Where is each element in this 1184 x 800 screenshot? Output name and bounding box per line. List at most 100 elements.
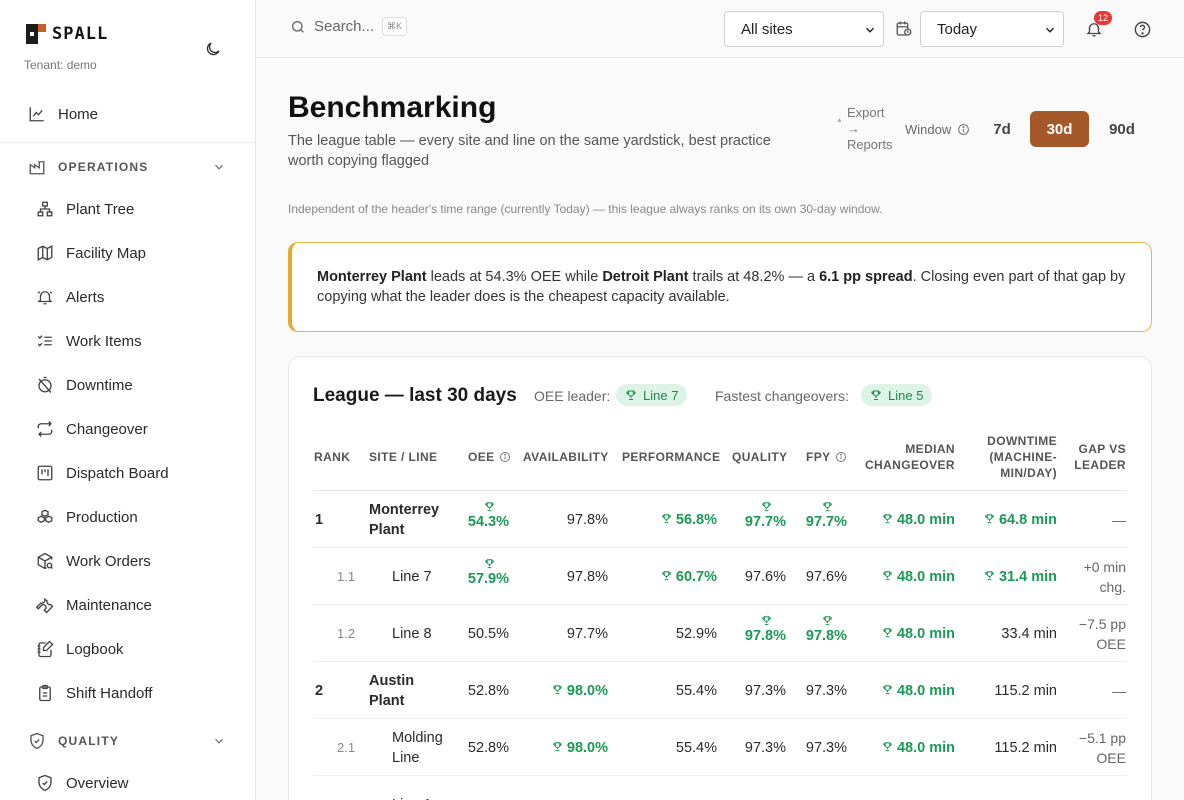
col-quality[interactable]: QUALITY bbox=[732, 449, 787, 465]
oee-cell: — bbox=[409, 795, 510, 800]
changeover-cell: — bbox=[855, 795, 956, 800]
rank-cell: 2.1 bbox=[337, 739, 356, 755]
sidebar-item-label: Changeover bbox=[66, 420, 148, 438]
theme-toggle-button[interactable] bbox=[202, 38, 224, 60]
oee-cell: 52.8% bbox=[467, 682, 509, 699]
sidebar-item-dispatch-board[interactable]: Dispatch Board bbox=[0, 455, 255, 491]
availability-cell: — bbox=[508, 795, 609, 800]
tenant-label: Tenant: demo bbox=[24, 58, 97, 72]
info-icon[interactable] bbox=[957, 123, 970, 136]
sidebar-item-home[interactable]: Home bbox=[0, 96, 255, 132]
col-availability[interactable]: AVAILABILITY bbox=[523, 449, 609, 465]
sidebar-item-label: Facility Map bbox=[66, 244, 147, 262]
info-icon[interactable] bbox=[499, 451, 511, 463]
notebook-pen-icon bbox=[36, 640, 54, 658]
sidebar-item-alerts[interactable]: Alerts bbox=[0, 279, 255, 315]
sidebar-item-label: Home bbox=[58, 105, 99, 123]
col-downtime[interactable]: DOWNTIME (MACHINE- MIN/DAY) bbox=[969, 433, 1057, 481]
rank-cell: 1.2 bbox=[337, 625, 356, 641]
section-operations[interactable]: OPERATIONS bbox=[0, 152, 255, 182]
clipboard-icon bbox=[36, 684, 54, 702]
sidebar-item-label: Production bbox=[66, 508, 138, 526]
downtime-cell: 115.2 min bbox=[994, 682, 1057, 699]
sidebar-item-label: Downtime bbox=[66, 376, 133, 394]
sidebar-item-work-orders[interactable]: Work Orders bbox=[0, 543, 255, 579]
window-note: Independent of the header's time range (… bbox=[288, 202, 883, 216]
col-median-changeover[interactable]: MEDIAN CHANGEOVER bbox=[857, 441, 955, 473]
changeover-cell: 48.0 min bbox=[855, 624, 955, 644]
sidebar-item-downtime[interactable]: Downtime bbox=[0, 367, 255, 403]
rank-cell: 1 bbox=[315, 511, 324, 528]
moon-icon bbox=[206, 42, 220, 56]
repeat-icon bbox=[36, 420, 54, 438]
table-row[interactable]: 1.1 Line 7 57.9% 97.8% 60.7% 97.6% 97.6% 48.0… bbox=[289, 548, 1151, 605]
sidebar-divider bbox=[0, 142, 255, 143]
col-fpy[interactable]: FPY bbox=[806, 449, 847, 465]
notifications-button[interactable]: 12 bbox=[1082, 11, 1112, 41]
callout-trailer: Detroit Plant bbox=[602, 269, 689, 285]
site-line-cell[interactable]: Austin Plant bbox=[369, 671, 414, 711]
sidebar-item-label: Logbook bbox=[66, 640, 124, 658]
fastest-changeover-pill: Line 5 bbox=[861, 384, 933, 406]
changeover-cell: 48.0 min bbox=[855, 738, 955, 758]
col-changeover-line2: CHANGEOVER bbox=[864, 458, 955, 472]
league-title: League — last 30 days bbox=[313, 385, 517, 406]
info-icon[interactable] bbox=[835, 451, 847, 463]
window-7d-button[interactable]: 7d bbox=[982, 111, 1022, 147]
sidebar-item-shift-handoff[interactable]: Shift Handoff bbox=[0, 675, 255, 711]
oee-cell: 54.3% bbox=[409, 498, 509, 532]
gap-cell: — bbox=[1112, 682, 1126, 699]
window-90d-button[interactable]: 90d bbox=[1096, 111, 1148, 147]
page-subtitle: The league table — every site and line o… bbox=[288, 133, 771, 169]
export-reports-link[interactable]: ▲ Export → Reports bbox=[836, 105, 892, 153]
time-range-select[interactable]: Today bbox=[920, 11, 1064, 47]
col-rank[interactable]: RANK bbox=[314, 449, 350, 465]
col-gap-vs-leader[interactable]: GAP VS LEADER bbox=[1065, 441, 1126, 473]
map-icon bbox=[36, 244, 54, 262]
sidebar-item-production[interactable]: Production bbox=[0, 499, 255, 535]
sidebar-item-changeover[interactable]: Changeover bbox=[0, 411, 255, 447]
bell-alert-icon bbox=[36, 288, 54, 306]
sidebar-item-plant-tree[interactable]: Plant Tree bbox=[0, 191, 255, 227]
time-range-value: Today bbox=[937, 20, 978, 38]
sidebar: SPALL Tenant: demo Home OPERATIONS Plant… bbox=[0, 0, 256, 800]
trophy-icon bbox=[485, 501, 494, 511]
table-row[interactable]: 2.1 Molding Line 52.8% 98.0% 55.4% 97.3% 97.3%… bbox=[289, 719, 1151, 776]
callout-spread: 6.1 pp spread bbox=[819, 269, 913, 285]
site-select-value: All sites bbox=[741, 20, 793, 38]
section-label: OPERATIONS bbox=[58, 160, 149, 174]
table-row[interactable]: 2 Austin Plant 52.8% 98.0% 55.4% 97.3% 97.3% 4… bbox=[289, 662, 1151, 719]
fpy-cell: 97.3% bbox=[805, 739, 847, 756]
table-row[interactable]: 1 Monterrey Plant 54.3% 97.8% 56.8% 97.7% 97.7… bbox=[289, 491, 1151, 548]
calendar-button[interactable] bbox=[892, 17, 916, 41]
changeover-cell: 48.0 min bbox=[855, 681, 955, 701]
rank-cell: 1.1 bbox=[337, 568, 356, 584]
table-row[interactable]: —Line 1———————— bbox=[289, 776, 1151, 800]
section-quality[interactable]: QUALITY bbox=[0, 726, 255, 756]
table-row[interactable]: 1.2 Line 8 50.5% 97.7% 52.9% 97.8% 97.8% 48.0 … bbox=[289, 605, 1151, 662]
sidebar-item-work-items[interactable]: Work Items bbox=[0, 323, 255, 359]
package-search-icon bbox=[36, 552, 54, 570]
fpy-cell: 97.7% bbox=[747, 498, 847, 532]
trophy-icon bbox=[662, 513, 671, 523]
search-input[interactable]: Search... ⌘K bbox=[290, 17, 408, 36]
downtime-cell: 64.8 min bbox=[957, 510, 1057, 530]
help-button[interactable] bbox=[1130, 17, 1154, 41]
help-circle-icon bbox=[1134, 21, 1150, 37]
main-content: Benchmarking The league table — every si… bbox=[256, 58, 1184, 800]
col-performance[interactable]: PERFORMANCE bbox=[622, 449, 720, 465]
notification-badge: 12 bbox=[1094, 11, 1112, 25]
brand-name: SPALL bbox=[52, 24, 109, 44]
col-oee[interactable]: OEE bbox=[468, 449, 511, 465]
col-site-line[interactable]: SITE / LINE bbox=[369, 449, 437, 465]
callout-text-1: leads at 54.3% OEE while bbox=[426, 269, 603, 285]
sidebar-item-quality-overview[interactable]: Overview bbox=[0, 765, 255, 800]
fpy-cell: — bbox=[747, 795, 848, 800]
window-30d-button[interactable]: 30d bbox=[1030, 111, 1089, 147]
site-select[interactable]: All sites bbox=[724, 11, 884, 47]
sidebar-item-logbook[interactable]: Logbook bbox=[0, 631, 255, 667]
sidebar-item-maintenance[interactable]: Maintenance bbox=[0, 587, 255, 623]
brand-logo[interactable]: SPALL bbox=[26, 24, 108, 44]
sidebar-item-facility-map[interactable]: Facility Map bbox=[0, 235, 255, 271]
shield-check-icon bbox=[28, 732, 46, 750]
